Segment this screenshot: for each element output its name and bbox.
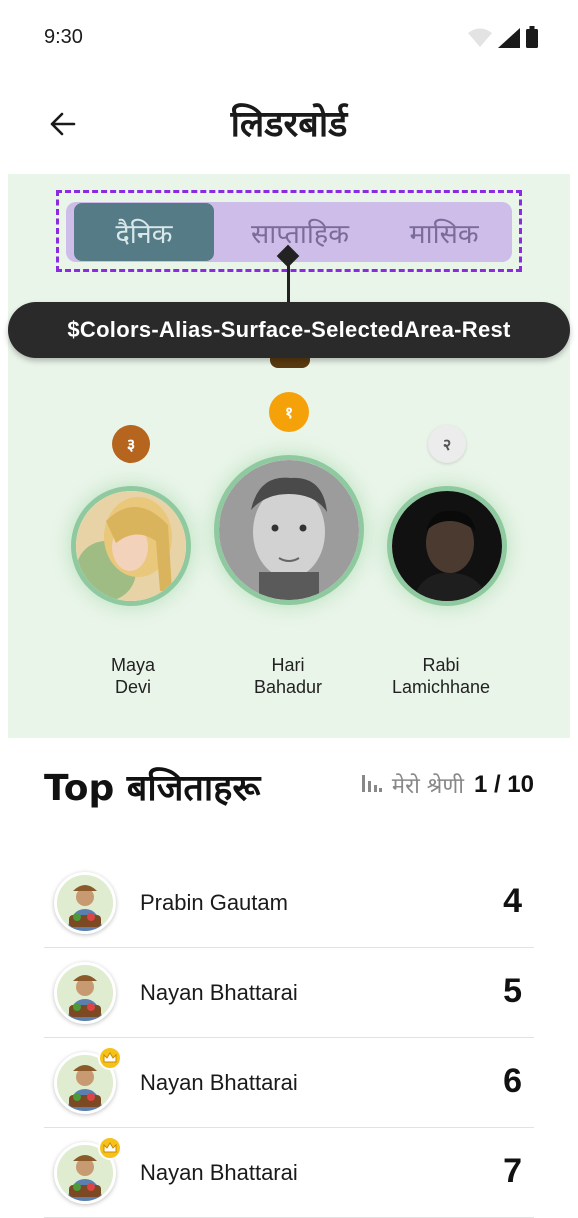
- list-item[interactable]: Nayan Bhattarai 7: [44, 1128, 534, 1218]
- name-line: Rabi: [422, 655, 460, 675]
- list-item-name: Nayan Bhattarai: [140, 980, 298, 1005]
- avatar-image: [392, 491, 502, 601]
- leaderboard-list: Prabin Gautam 4 Nayan Bhattarai 5 Nayan …: [44, 858, 534, 1218]
- list-item[interactable]: Nayan Bhattarai 5: [44, 948, 534, 1038]
- list-item-score: 7: [503, 1152, 522, 1190]
- name-line: Bahadur: [253, 677, 323, 697]
- podium-name-third: Maya Devi: [71, 654, 195, 698]
- tab-monthly[interactable]: मासिक: [384, 202, 504, 262]
- name-line: Maya: [110, 655, 155, 675]
- my-rank-label: मेरो श्रेणी: [391, 774, 464, 799]
- wifi-icon: [468, 28, 492, 52]
- podium-name-second: Rabi Lamichhane: [374, 654, 508, 698]
- status-icons: [468, 26, 538, 52]
- my-rank-value: 1 / 10: [473, 771, 534, 798]
- status-bar: 9:30: [0, 0, 578, 78]
- avatar: [54, 962, 116, 1024]
- list-item-name: Nayan Bhattarai: [140, 1070, 298, 1095]
- trophy-icon: [270, 358, 310, 368]
- list-item[interactable]: Nayan Bhattarai 6: [44, 1038, 534, 1128]
- name-line: Hari: [271, 655, 305, 675]
- app-header: लिडरबोर्ड: [0, 78, 578, 174]
- crown-icon: [98, 1046, 122, 1070]
- rank-badge-first: १: [269, 392, 309, 432]
- battery-icon: [526, 26, 538, 52]
- avatar-third-place[interactable]: [71, 486, 191, 606]
- list-item-score: 6: [503, 1062, 522, 1100]
- list-item-name: Prabin Gautam: [140, 890, 288, 915]
- avatar-image: [219, 460, 359, 600]
- avatar-image: [76, 491, 186, 601]
- tab-daily[interactable]: दैनिक: [74, 203, 214, 261]
- avatar-first-place[interactable]: [214, 455, 364, 605]
- rank-badge-second: २: [428, 425, 466, 463]
- crown-icon: [98, 1136, 122, 1160]
- list-item[interactable]: Prabin Gautam 4: [44, 858, 534, 948]
- list-item-score: 5: [503, 972, 522, 1010]
- list-item-score: 4: [503, 882, 522, 920]
- avatar-second-place[interactable]: [387, 486, 507, 606]
- my-rank[interactable]: मेरो श्रेणी 1 / 10: [361, 770, 534, 800]
- page-title: लिडरबोर्ड: [230, 104, 348, 145]
- winners-title: Top बजिताहरू: [44, 768, 261, 809]
- rank-badge-third: ३: [112, 425, 150, 463]
- name-line: Lamichhane: [391, 677, 491, 697]
- signal-icon: [498, 28, 520, 52]
- annotation-connector-line: [287, 260, 290, 304]
- list-item-name: Nayan Bhattarai: [140, 1160, 298, 1185]
- name-line: Devi: [114, 677, 151, 697]
- podium-section: दैनिक साप्ताहिक मासिक $Colors-Alias-Surf…: [8, 174, 570, 738]
- avatar: [54, 872, 116, 934]
- design-token-label: $Colors-Alias-Surface-SelectedArea-Rest: [8, 302, 570, 358]
- bar-chart-icon: [361, 772, 382, 798]
- tab-weekly[interactable]: साप्ताहिक: [224, 202, 376, 262]
- podium-name-first: Hari Bahadur: [225, 654, 351, 698]
- status-time: 9:30: [44, 26, 83, 48]
